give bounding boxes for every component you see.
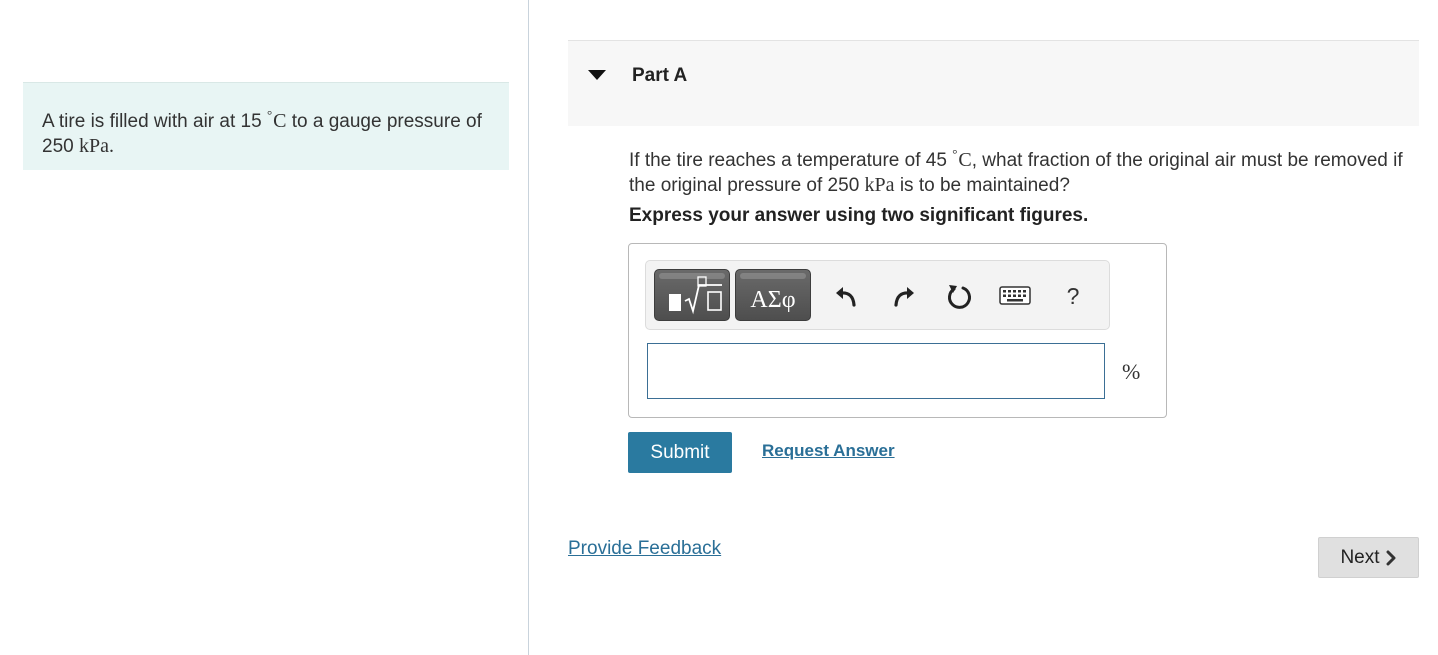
problem-text-end: . xyxy=(108,135,114,157)
math-toolbar: ΑΣφ ? xyxy=(645,260,1110,330)
part-title: Part A xyxy=(632,65,688,86)
provide-feedback-link[interactable]: Provide Feedback xyxy=(568,538,721,560)
help-icon[interactable]: ? xyxy=(1058,279,1088,313)
next-button[interactable]: Next xyxy=(1318,537,1419,578)
problem-pressure-unit: kPa xyxy=(78,135,109,157)
panel-divider xyxy=(528,0,529,655)
problem-text-before: A tire is filled with air at 15 xyxy=(42,111,267,132)
question-pressure-unit: kPa xyxy=(864,174,895,196)
templates-icon[interactable] xyxy=(654,269,730,321)
submit-button[interactable]: Submit xyxy=(628,432,732,473)
greek-letters-button[interactable]: ΑΣφ xyxy=(735,269,811,321)
next-label: Next xyxy=(1340,546,1380,568)
answer-input[interactable] xyxy=(647,343,1105,399)
question-text: If the tire reaches a temperature of 45 … xyxy=(629,146,1403,196)
redo-icon[interactable] xyxy=(889,279,919,313)
chevron-right-icon xyxy=(1386,550,1396,565)
problem-temperature-unit: °C xyxy=(266,107,287,132)
collapse-caret-icon[interactable] xyxy=(588,70,606,80)
keyboard-icon[interactable] xyxy=(998,279,1032,313)
request-answer-link[interactable]: Request Answer xyxy=(762,441,895,461)
problem-panel: A tire is filled with air at 15 °C to a … xyxy=(0,0,528,655)
answer-container: ΑΣφ ? % xyxy=(628,243,1167,418)
problem-statement: A tire is filled with air at 15 °C to a … xyxy=(23,82,509,170)
answer-unit: % xyxy=(1122,359,1141,384)
answer-instruction: Express your answer using two significan… xyxy=(629,205,1089,226)
part-header[interactable]: Part A xyxy=(568,40,1419,126)
undo-icon[interactable] xyxy=(831,279,861,313)
question-temperature-unit: °C xyxy=(952,146,972,171)
reset-icon[interactable] xyxy=(944,279,974,313)
